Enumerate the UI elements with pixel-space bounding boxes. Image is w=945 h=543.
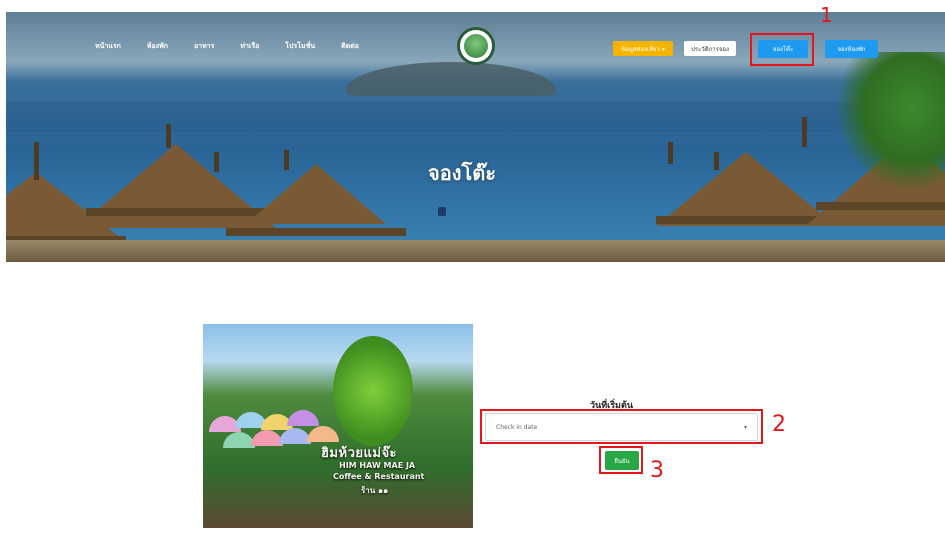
booking-history-button[interactable]: ประวัติการจอง	[684, 41, 736, 56]
annotation-number-3: 3	[650, 458, 664, 483]
pole-decor	[668, 142, 673, 164]
palm-decor	[835, 52, 945, 192]
sign-title: ฮิมห้วยแม่จ๊ะ	[321, 446, 398, 461]
main-nav: หน้าแรก ห้องพัก อาหาร ท่าเรือ โปรโมชั่น …	[95, 41, 385, 52]
sand-decor	[6, 240, 945, 262]
pole-decor	[166, 124, 171, 148]
umbrella-decor	[307, 426, 339, 442]
pole-decor	[802, 117, 807, 147]
logo-emblem-icon	[464, 34, 488, 58]
nav-item-rooms[interactable]: ห้องพัก	[147, 41, 168, 52]
annotation-box-3	[599, 446, 643, 474]
nav-item-food[interactable]: อาหาร	[194, 41, 214, 52]
annotation-box-1	[750, 33, 814, 66]
sign-line-2: Coffee & Restaurant	[333, 472, 425, 481]
pole-decor	[214, 152, 219, 172]
annotation-box-2	[480, 409, 763, 444]
nav-item-home[interactable]: หน้าแรก	[95, 41, 121, 52]
annotation-number-1: 1	[820, 3, 833, 27]
page-title: จองโต๊ะ	[428, 161, 496, 185]
pole-decor	[284, 150, 289, 170]
umbrella-decor	[287, 410, 319, 426]
sign-line-3: ร้าน ๑๑	[361, 486, 389, 495]
pole-decor	[34, 142, 39, 180]
nav-item-promotion[interactable]: โปรโมชั่น	[285, 41, 315, 52]
nav-item-contact[interactable]: ติดต่อ	[341, 41, 359, 52]
travel-info-dropdown-button[interactable]: ข้อมูลท่องเที่ยว ▾	[613, 41, 673, 56]
sign-line-1: HIM HAW MAE JA	[339, 461, 416, 470]
book-room-button[interactable]: จองห้องพัก	[825, 40, 878, 58]
site-logo[interactable]	[457, 27, 495, 65]
nav-item-pier[interactable]: ท่าเรือ	[240, 41, 259, 52]
swimmer-decor	[438, 207, 446, 216]
island-decor	[346, 62, 556, 96]
umbrella-decor	[226, 164, 406, 236]
restaurant-photo: ฮิมห้วยแม่จ๊ะ HIM HAW MAE JA Coffee & Re…	[203, 324, 473, 528]
pole-decor	[714, 152, 719, 170]
tree-decor	[333, 336, 413, 446]
annotation-number-2: 2	[772, 412, 786, 437]
